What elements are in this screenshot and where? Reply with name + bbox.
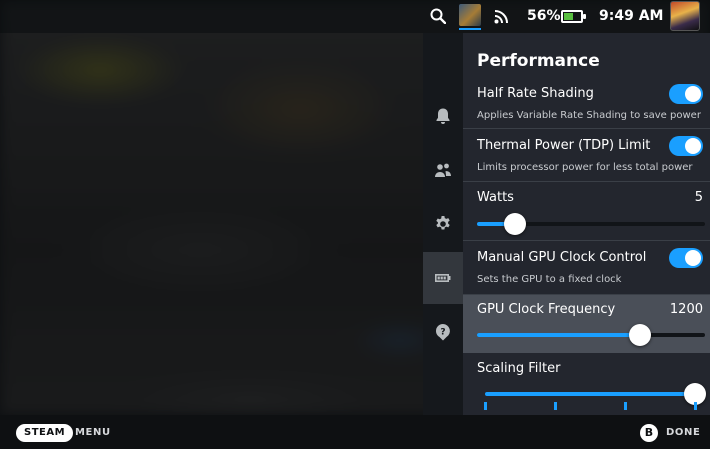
- svg-text:?: ?: [440, 328, 445, 338]
- bell-icon: [436, 108, 450, 124]
- scaling-filter-notch: [623, 402, 627, 410]
- scaling-filter-label: Scaling Filter: [477, 361, 561, 376]
- nav-performance[interactable]: [423, 252, 463, 304]
- b-button[interactable]: B: [640, 424, 658, 442]
- watts-label: Watts: [477, 190, 514, 205]
- status-bar: 56% 9:49 AM: [0, 0, 710, 33]
- tdp-limit-toggle[interactable]: [669, 136, 703, 156]
- scaling-filter-slider-fill: [485, 392, 695, 396]
- user-avatar[interactable]: [670, 1, 700, 31]
- battery-level-fill: [564, 13, 573, 20]
- friends-icon: [435, 163, 451, 177]
- battery-percentage: 56%: [527, 8, 561, 24]
- search-icon[interactable]: [430, 8, 446, 24]
- gpu-clock-frequency-slider-fill: [477, 333, 640, 337]
- gpu-clock-frequency-label: GPU Clock Frequency: [477, 302, 616, 317]
- steam-deck-screen: 56% 9:49 AM ? Performance Half Rate Shad…: [0, 0, 710, 449]
- gpu-clock-control-label: Manual GPU Clock Control: [477, 250, 647, 265]
- running-game-icon[interactable]: [459, 4, 481, 26]
- gpu-clock-control-toggle[interactable]: [669, 248, 703, 268]
- toggle-knob: [685, 138, 701, 154]
- gpu-clock-frequency-value: 1200: [669, 302, 703, 317]
- watts-slider[interactable]: [477, 213, 705, 235]
- clock: 9:49 AM: [599, 8, 664, 24]
- scaling-filter-row: Scaling Filter: [463, 353, 710, 415]
- gpu-clock-control-description: Sets the GPU to a fixed clock: [477, 274, 622, 285]
- help-icon: ?: [436, 324, 450, 341]
- half-rate-shading-label: Half Rate Shading: [477, 86, 594, 101]
- performance-panel: Performance Half Rate Shading Applies Va…: [463, 33, 710, 415]
- menu-label: MENU: [75, 427, 111, 438]
- watts-row: Watts 5: [463, 182, 710, 241]
- watts-slider-handle[interactable]: [503, 213, 526, 235]
- toggle-knob: [685, 250, 701, 266]
- half-rate-shading-toggle[interactable]: [669, 84, 703, 104]
- half-rate-shading-row[interactable]: Half Rate Shading Applies Variable Rate …: [463, 77, 710, 129]
- gpu-clock-control-row[interactable]: Manual GPU Clock Control Sets the GPU to…: [463, 241, 710, 295]
- toggle-knob: [685, 86, 701, 102]
- wifi-icon: [494, 10, 508, 24]
- scaling-filter-notch: [484, 402, 487, 410]
- gear-icon: [436, 216, 450, 230]
- bottom-button-bar: STEAM MENU B DONE: [0, 415, 710, 449]
- running-game-indicator: [459, 28, 481, 30]
- battery-icon: [435, 274, 451, 282]
- nav-settings[interactable]: [423, 198, 463, 250]
- quick-access-nav: ?: [423, 33, 463, 415]
- battery-icon: [561, 10, 586, 23]
- tdp-limit-row[interactable]: Thermal Power (TDP) Limit Limits process…: [463, 129, 710, 182]
- tdp-limit-description: Limits processor power for less total po…: [477, 162, 693, 173]
- scaling-filter-notch: [553, 402, 557, 410]
- gpu-clock-frequency-row: GPU Clock Frequency 1200: [463, 295, 710, 353]
- watts-value: 5: [694, 190, 703, 205]
- scaling-filter-notch: [694, 402, 697, 410]
- scaling-filter-slider[interactable]: [484, 383, 706, 410]
- half-rate-shading-description: Applies Variable Rate Shading to save po…: [477, 110, 701, 121]
- panel-title: Performance: [477, 51, 600, 71]
- nav-help[interactable]: ?: [423, 306, 463, 358]
- nav-friends[interactable]: [423, 144, 463, 196]
- done-label: DONE: [666, 427, 701, 438]
- steam-button[interactable]: STEAM: [16, 424, 74, 442]
- nav-notifications[interactable]: [423, 90, 463, 142]
- gpu-clock-frequency-slider[interactable]: [477, 324, 705, 346]
- tdp-limit-label: Thermal Power (TDP) Limit: [477, 138, 651, 153]
- gpu-clock-frequency-slider-handle[interactable]: [628, 324, 651, 346]
